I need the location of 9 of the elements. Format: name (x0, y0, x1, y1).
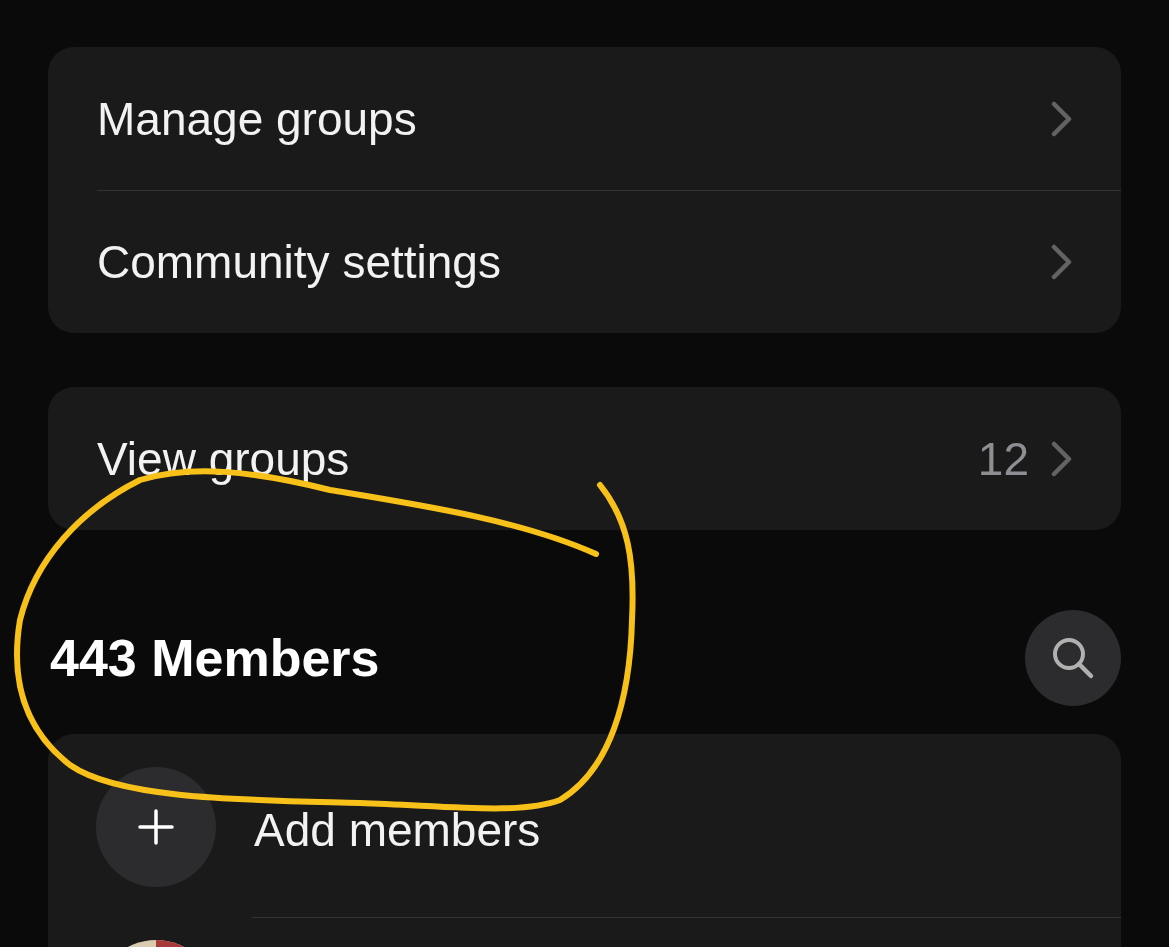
plus-icon (136, 807, 176, 847)
row-label[interactable]: Manage groups (97, 91, 1051, 146)
chevron-icon (1051, 440, 1073, 477)
chevron-icon (1051, 100, 1073, 137)
chevron-icon (1051, 243, 1073, 280)
add-members-label[interactable]: Add members (254, 803, 541, 857)
group-count: 12 (977, 431, 1029, 486)
row-label[interactable]: Community settings (97, 234, 1051, 289)
members-heading: 443 Members (50, 628, 380, 688)
